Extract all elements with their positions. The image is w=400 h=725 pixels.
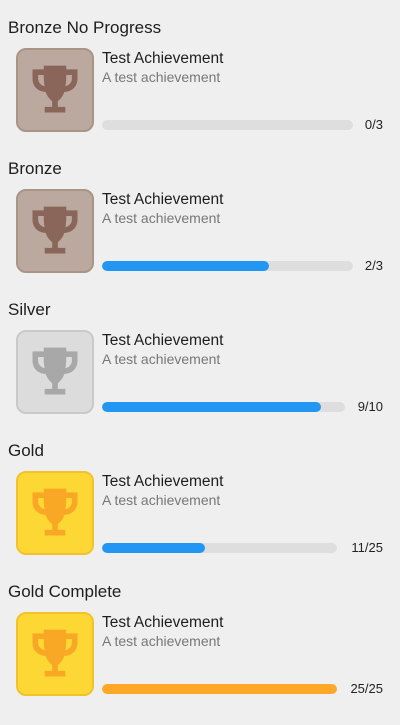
- achievement-title: Test Achievement: [102, 614, 224, 631]
- progress-count: 11/25: [351, 540, 383, 555]
- progress-fill: [102, 402, 321, 412]
- achievement-description: A test achievement: [102, 633, 221, 649]
- progress-fill: [102, 684, 337, 694]
- section-title: Gold Complete: [8, 582, 122, 601]
- achievement-section: Gold Test Achievement A test achievement…: [0, 423, 400, 564]
- achievement-description: A test achievement: [102, 492, 221, 508]
- section-title: Gold: [8, 441, 44, 460]
- progress-bar: [102, 543, 337, 553]
- section-title: Silver: [8, 300, 51, 319]
- section-title: Bronze No Progress: [8, 18, 162, 37]
- achievement-badge: [16, 189, 94, 273]
- achievement-section: Bronze Test Achievement A test achieveme…: [0, 141, 400, 282]
- progress-count: 2/3: [364, 258, 383, 273]
- progress-count: 0/3: [364, 117, 383, 132]
- achievement-badge: [16, 471, 94, 555]
- achievement-section: Bronze No Progress Test Achievement A te…: [0, 0, 400, 141]
- achievement-badge: [16, 48, 94, 132]
- progress-count: 25/25: [350, 681, 383, 696]
- achievements-page: Bronze No Progress Test Achievement A te…: [0, 0, 400, 725]
- section-title: Bronze: [8, 159, 62, 178]
- achievement-section: Gold Complete Test Achievement A test ac…: [0, 564, 400, 705]
- trophy-icon: [32, 347, 78, 395]
- achievement-badge: [16, 612, 94, 696]
- progress-bar: [102, 402, 345, 412]
- progress-bar: [102, 120, 353, 130]
- achievement-title: Test Achievement: [102, 473, 224, 490]
- achievement-description: A test achievement: [102, 351, 221, 367]
- achievement-badge: [16, 330, 94, 414]
- trophy-icon: [32, 206, 78, 254]
- progress-bar: [102, 261, 353, 271]
- progress-bar: [102, 684, 337, 694]
- achievement-title: Test Achievement: [102, 50, 224, 67]
- trophy-icon: [32, 488, 78, 536]
- progress-fill: [102, 543, 206, 553]
- achievement-title: Test Achievement: [102, 332, 224, 349]
- achievement-description: A test achievement: [102, 69, 221, 85]
- trophy-icon: [32, 65, 78, 113]
- achievement-section: Silver Test Achievement A test achieveme…: [0, 282, 400, 423]
- progress-count: 9/10: [357, 399, 383, 414]
- progress-fill: [102, 261, 270, 271]
- trophy-icon: [32, 629, 78, 677]
- achievement-title: Test Achievement: [102, 191, 224, 208]
- achievement-description: A test achievement: [102, 210, 221, 226]
